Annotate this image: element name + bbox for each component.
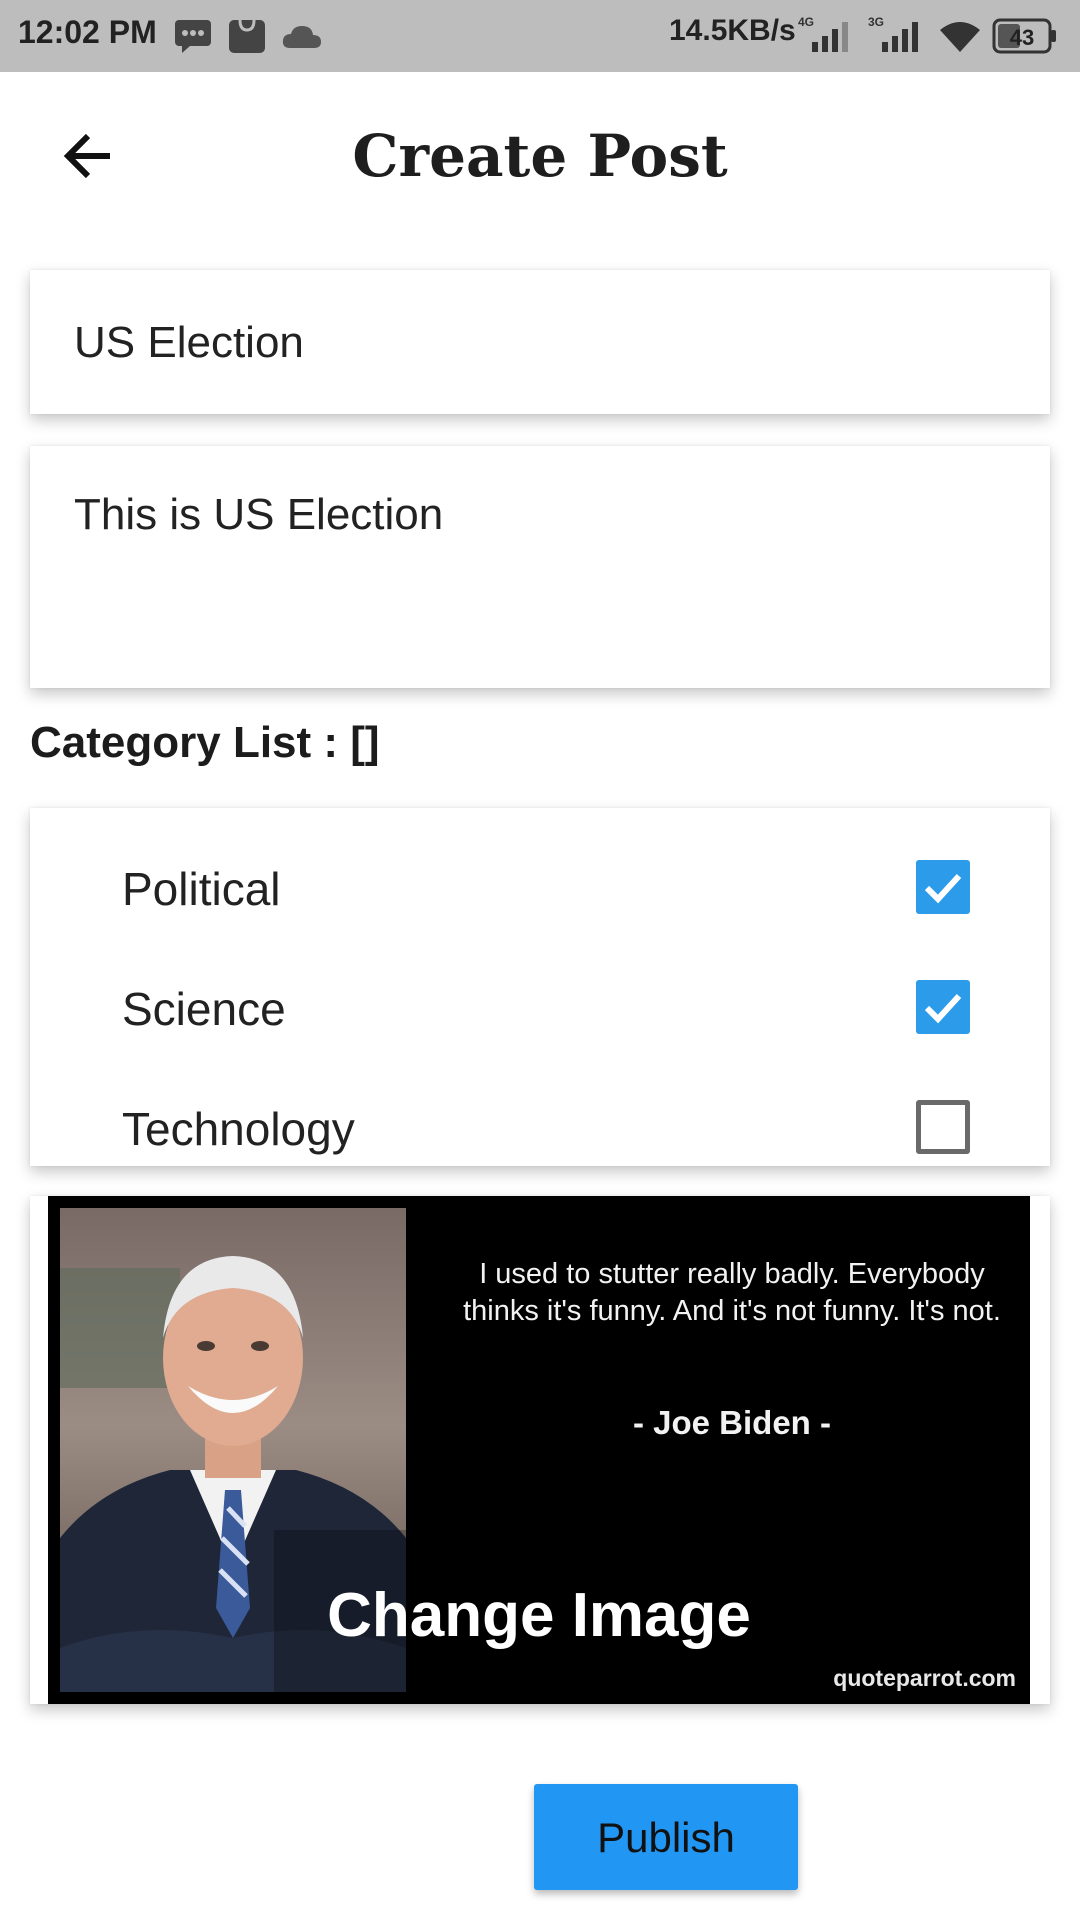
category-list[interactable]: Political Science Technology <box>30 808 1050 1166</box>
image-picker[interactable]: I used to stutter really badly. Everybod… <box>30 1196 1050 1704</box>
cloud-icon <box>282 24 322 55</box>
watermark: quoteparrot.com <box>833 1665 1016 1691</box>
page-title: Create Post <box>352 122 728 190</box>
status-bar: 12:02 PM 14.5KB/s 4G 3G 43 <box>0 0 1080 72</box>
description-input[interactable]: This is US Election <box>30 446 1050 688</box>
quote-author: - Joe Biden - <box>632 1404 832 1441</box>
category-label: Technology <box>122 1103 355 1155</box>
publish-label: Publish <box>597 1814 735 1861</box>
publish-button[interactable]: Publish <box>534 1784 798 1890</box>
signal-icon: 3G <box>868 14 928 59</box>
category-label: Political <box>122 863 281 915</box>
checkbox-checked[interactable] <box>916 860 970 914</box>
category-item-science[interactable]: Science <box>30 954 1050 1064</box>
category-list-heading: Category List : [] <box>30 718 380 767</box>
category-item-technology[interactable]: Technology <box>30 1074 1050 1166</box>
post-image: I used to stutter really badly. Everybod… <box>48 1196 1030 1704</box>
svg-text:3G: 3G <box>868 15 884 29</box>
category-item-political[interactable]: Political <box>30 834 1050 944</box>
signal-icon: 4G <box>798 14 858 59</box>
title-input-value: US Election <box>74 318 304 367</box>
status-time: 12:02 PM <box>18 14 157 50</box>
battery-icon: 43 <box>992 18 1058 59</box>
category-label: Science <box>122 983 286 1035</box>
description-input-value: This is US Election <box>74 490 444 539</box>
message-icon <box>174 18 212 59</box>
title-input[interactable]: US Election <box>30 270 1050 414</box>
checkbox-checked[interactable] <box>916 980 970 1034</box>
checkbox-unchecked[interactable] <box>916 1100 970 1154</box>
quote-text: I used to stutter really badly. Everybod… <box>463 1258 1001 1327</box>
wifi-icon <box>938 18 982 59</box>
svg-text:4G: 4G <box>798 15 814 29</box>
change-image-button[interactable]: Change Image <box>48 1580 1030 1651</box>
svg-text:43: 43 <box>1010 25 1034 50</box>
network-speed: 14.5KB/s <box>669 14 796 47</box>
mi-store-icon <box>228 16 266 59</box>
